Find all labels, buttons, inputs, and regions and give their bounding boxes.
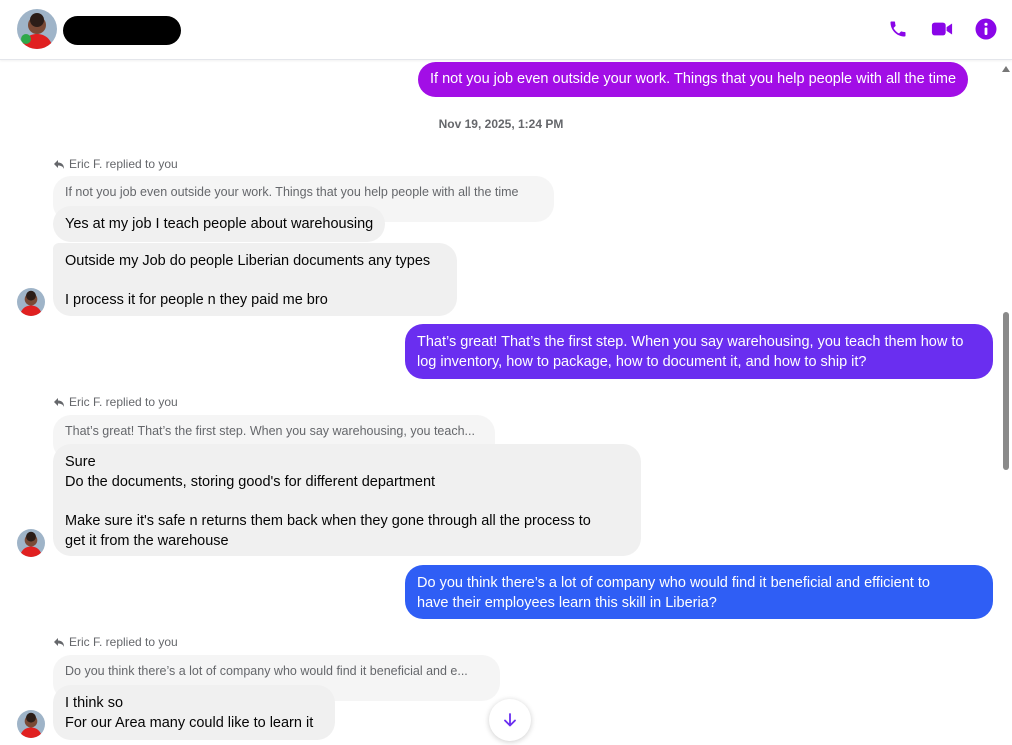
reply-indicator: Eric F. replied to you (53, 395, 178, 409)
scroll-up-arrow-icon[interactable] (1002, 66, 1010, 72)
arrow-down-icon (504, 713, 516, 727)
message-line: Sure (65, 454, 96, 470)
reply-indicator-label: Eric F. replied to you (69, 157, 178, 171)
message-line: For our Area many could like to learn it (65, 715, 314, 731)
reply-arrow-icon (54, 398, 64, 407)
sender-avatar[interactable] (17, 529, 45, 557)
message-line: Outside my Job do people Liberian docume… (65, 253, 431, 269)
thread-scrollbar[interactable] (1002, 62, 1010, 743)
reply-indicator-label: Eric F. replied to you (69, 395, 178, 409)
quoted-text: That’s great! That’s the first step. Whe… (65, 424, 475, 438)
message-text: If not you job even outside your work. T… (430, 71, 957, 87)
reply-indicator-label: Eric F. replied to you (69, 635, 178, 649)
message-line: log inventory, how to package, how to do… (417, 354, 867, 370)
reply-arrow-icon (54, 160, 64, 169)
message-line: get it from the warehouse (65, 533, 229, 549)
message-line: I think so (65, 695, 124, 711)
incoming-message[interactable]: I think so For our Area many could like … (53, 685, 335, 740)
message-timestamp: Nov 19, 2025, 1:24 PM (438, 117, 564, 131)
phone-icon[interactable] (883, 14, 913, 44)
outgoing-message[interactable]: If not you job even outside your work. T… (418, 62, 969, 97)
info-icon[interactable] (971, 14, 1001, 44)
conversation-header (0, 0, 1012, 60)
message-line: I process it for people n they paid me b… (65, 292, 328, 308)
message-line: That’s great! That’s the first step. Whe… (417, 334, 964, 350)
message-text: Yes at my job I teach people about wareh… (65, 216, 374, 232)
message-line: have their employees learn this skill in… (417, 595, 717, 611)
contact-avatar[interactable] (17, 9, 57, 49)
incoming-message[interactable]: Outside my Job do people Liberian docume… (53, 243, 457, 316)
reply-arrow-icon (54, 638, 64, 647)
quoted-text: Do you think there’s a lot of company wh… (65, 664, 468, 678)
message-thread[interactable]: If not you job even outside your work. T… (0, 60, 1012, 745)
message-line: Make sure it's safe n returns them back … (65, 513, 591, 529)
video-icon[interactable] (927, 14, 957, 44)
contact-name-redacted (63, 16, 181, 45)
incoming-message[interactable]: Yes at my job I teach people about wareh… (53, 206, 386, 242)
scrollbar-thumb[interactable] (1003, 312, 1009, 470)
sender-avatar[interactable] (17, 288, 45, 316)
outgoing-message[interactable]: Do you think there’s a lot of company wh… (405, 565, 993, 619)
incoming-message[interactable]: Sure Do the documents, storing good's fo… (53, 444, 641, 556)
sender-avatar[interactable] (17, 710, 45, 738)
message-line: Do you think there’s a lot of company wh… (417, 575, 930, 591)
quoted-text: If not you job even outside your work. T… (65, 185, 519, 199)
outgoing-message[interactable]: That’s great! That’s the first step. Whe… (405, 324, 993, 379)
reply-indicator: Eric F. replied to you (53, 157, 178, 171)
message-line: Do the documents, storing good's for dif… (65, 474, 436, 490)
scroll-to-bottom-button[interactable] (489, 699, 531, 741)
reply-indicator: Eric F. replied to you (53, 635, 178, 649)
